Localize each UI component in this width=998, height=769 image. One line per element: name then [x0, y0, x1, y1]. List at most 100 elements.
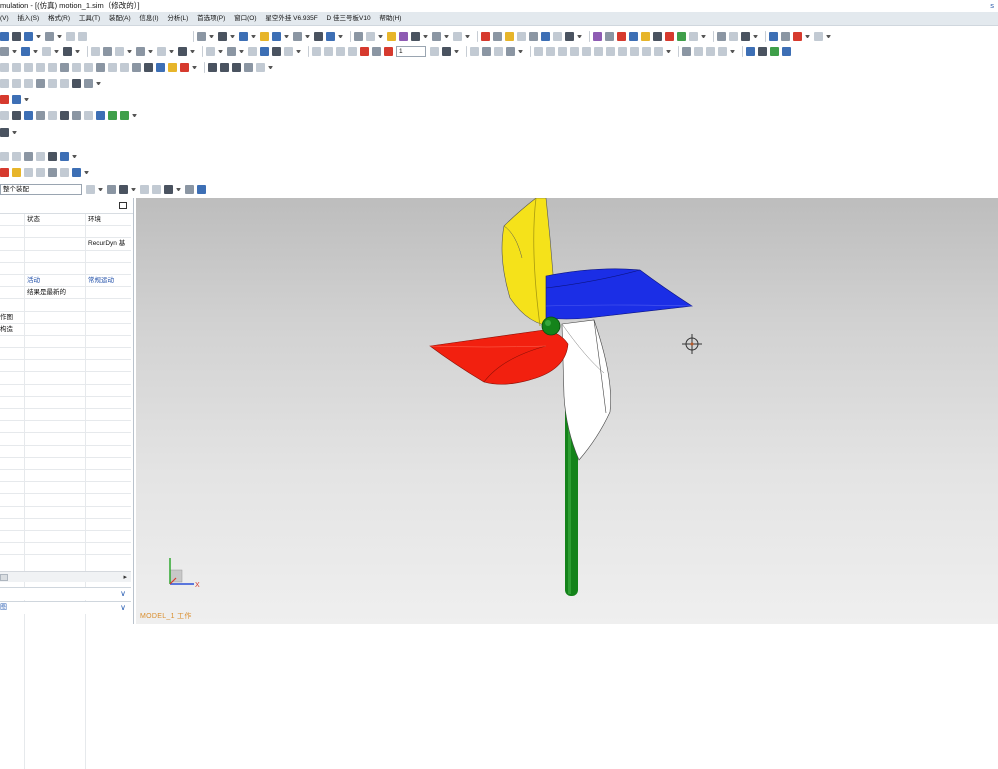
- tool-c-icon[interactable]: [558, 46, 567, 56]
- sew-icon[interactable]: [227, 46, 236, 56]
- hole-icon[interactable]: [115, 46, 124, 56]
- row9-e-icon[interactable]: [48, 167, 57, 177]
- dropdown-icon[interactable]: [148, 49, 153, 53]
- tool-i-icon[interactable]: [630, 46, 639, 56]
- contact-icon[interactable]: [565, 31, 574, 41]
- row9-c-icon[interactable]: [24, 167, 33, 177]
- row8-f-icon[interactable]: [60, 151, 69, 161]
- scroll-right-icon[interactable]: ▸: [123, 573, 127, 581]
- chamfer-icon[interactable]: [157, 46, 166, 56]
- fit-icon[interactable]: [272, 31, 281, 41]
- column-header-status[interactable]: 状态: [27, 214, 85, 226]
- dropdown-icon[interactable]: [753, 34, 758, 38]
- maximize-icon[interactable]: [119, 202, 127, 209]
- dropdown-icon[interactable]: [12, 130, 17, 134]
- record-icon[interactable]: [372, 46, 381, 56]
- row3-t-icon[interactable]: [244, 62, 253, 72]
- row3-d-icon[interactable]: [36, 62, 45, 72]
- table-row[interactable]: 构造: [0, 324, 131, 336]
- table-row[interactable]: [0, 397, 131, 409]
- stop-icon[interactable]: [360, 46, 369, 56]
- dropdown-icon[interactable]: [805, 34, 810, 38]
- tool-o-icon[interactable]: [718, 46, 727, 56]
- row3-g-icon[interactable]: [72, 62, 81, 72]
- tool-e-icon[interactable]: [582, 46, 591, 56]
- dropdown-icon[interactable]: [96, 81, 101, 85]
- motion-icon[interactable]: [387, 31, 396, 41]
- tool-d-icon[interactable]: [570, 46, 579, 56]
- row7-a-icon[interactable]: [0, 127, 9, 137]
- row3-s-icon[interactable]: [232, 62, 241, 72]
- row3-i-icon[interactable]: [96, 62, 105, 72]
- table-row[interactable]: [0, 372, 131, 385]
- menu-analysis[interactable]: 分析(L): [167, 12, 188, 26]
- pinwheel-hub[interactable]: [541, 316, 561, 336]
- dropdown-icon[interactable]: [296, 49, 301, 53]
- plot-icon[interactable]: [470, 46, 479, 56]
- tool-r-icon[interactable]: [770, 46, 779, 56]
- table-row[interactable]: [0, 507, 131, 519]
- paste-icon[interactable]: [78, 31, 87, 41]
- cable-icon[interactable]: [641, 31, 650, 41]
- sketch-icon[interactable]: [0, 46, 9, 56]
- row8-c-icon[interactable]: [24, 151, 33, 161]
- dropdown-icon[interactable]: [666, 49, 671, 53]
- point-icon[interactable]: [21, 46, 30, 56]
- move-icon[interactable]: [717, 31, 726, 41]
- table-row[interactable]: [0, 433, 131, 446]
- table-row[interactable]: [0, 494, 131, 507]
- dropdown-icon[interactable]: [218, 49, 223, 53]
- row3-l-icon[interactable]: [132, 62, 141, 72]
- pinwheel-model[interactable]: X: [136, 198, 998, 624]
- tool-f-icon[interactable]: [594, 46, 603, 56]
- filter-g-icon[interactable]: [185, 184, 194, 194]
- copy-icon[interactable]: [66, 31, 75, 41]
- row4-f-icon[interactable]: [60, 78, 69, 88]
- row3-b-icon[interactable]: [12, 62, 21, 72]
- solver-icon[interactable]: [399, 31, 408, 41]
- tool-j-icon[interactable]: [642, 46, 651, 56]
- filter-a-icon[interactable]: [86, 184, 95, 194]
- blade-blue[interactable]: [545, 268, 693, 320]
- row5-b-icon[interactable]: [12, 94, 21, 104]
- table-row[interactable]: [0, 519, 131, 531]
- row6-a-icon[interactable]: [0, 110, 9, 120]
- menu-view[interactable]: (V): [0, 12, 9, 26]
- row3-r-icon[interactable]: [220, 62, 229, 72]
- menu-assemblies[interactable]: 装配(A): [109, 12, 131, 26]
- filter-d-icon[interactable]: [140, 184, 149, 194]
- torque-icon[interactable]: [553, 31, 562, 41]
- dropdown-icon[interactable]: [54, 49, 59, 53]
- row6-d-icon[interactable]: [36, 110, 45, 120]
- shade-icon[interactable]: [260, 31, 269, 41]
- dropdown-icon[interactable]: [577, 34, 582, 38]
- render-icon[interactable]: [218, 31, 227, 41]
- rotate-icon[interactable]: [729, 31, 738, 41]
- row3-c-icon[interactable]: [24, 62, 33, 72]
- dropdown-icon[interactable]: [251, 34, 256, 38]
- row9-g-icon[interactable]: [72, 167, 81, 177]
- dropdown-icon[interactable]: [305, 34, 310, 38]
- menu-plugin-2[interactable]: D 佳三号板V10: [327, 12, 371, 26]
- spring-icon[interactable]: [505, 31, 514, 41]
- tool-a-icon[interactable]: [534, 46, 543, 56]
- trim-icon[interactable]: [206, 46, 215, 56]
- menu-window[interactable]: 窗口(O): [234, 12, 256, 26]
- column-header-environment[interactable]: 环境: [88, 214, 130, 226]
- filter-e-icon[interactable]: [152, 184, 161, 194]
- row3-k-icon[interactable]: [120, 62, 129, 72]
- grid-icon[interactable]: [769, 31, 778, 41]
- prev-frame-icon[interactable]: [324, 46, 333, 56]
- scrollbar-thumb[interactable]: [0, 574, 8, 581]
- table-row[interactable]: [0, 543, 131, 556]
- animate-icon[interactable]: [689, 31, 698, 41]
- row8-d-icon[interactable]: [36, 151, 45, 161]
- flag-icon[interactable]: [442, 46, 451, 56]
- dropdown-icon[interactable]: [454, 49, 459, 53]
- dropdown-icon[interactable]: [98, 187, 103, 191]
- dropdown-icon[interactable]: [268, 65, 273, 69]
- display-icon[interactable]: [326, 31, 335, 41]
- table-row[interactable]: [0, 226, 131, 239]
- dropdown-icon[interactable]: [701, 34, 706, 38]
- play-icon[interactable]: [336, 46, 345, 56]
